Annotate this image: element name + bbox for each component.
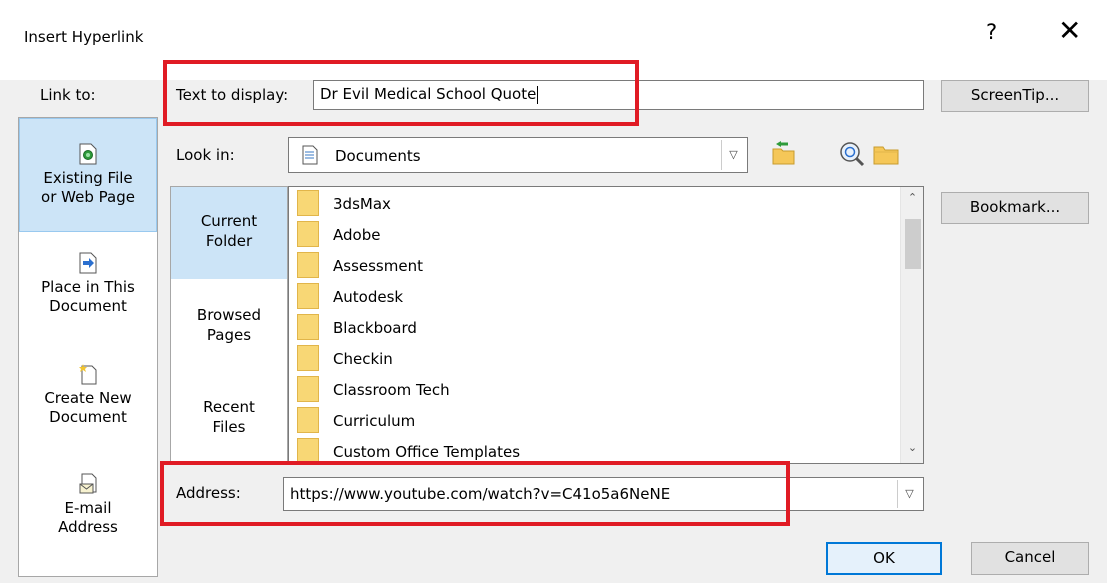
link-place-in-document-line1: Place in This [41, 278, 135, 296]
scroll-up-icon[interactable]: ⌃ [901, 191, 923, 204]
text-highlight-box [163, 60, 639, 126]
list-item[interactable]: Assessment [297, 251, 423, 282]
place-browsed-pages[interactable]: Browsed Pages [171, 305, 287, 365]
existing-file-icon [79, 143, 97, 165]
folder-icon [297, 375, 319, 402]
place-browsed-pages-line1: Browsed [196, 306, 262, 324]
folder-icon [297, 282, 319, 309]
folder-icon [297, 189, 319, 216]
link-to-label: Link to: [40, 86, 96, 104]
list-item[interactable]: Autodesk [297, 282, 403, 313]
link-email-address-line2: Address [58, 518, 118, 536]
places-panel: Current Folder Browsed Pages Recent File… [170, 186, 288, 464]
place-recent-files[interactable]: Recent Files [171, 397, 287, 457]
place-current-folder[interactable]: Current Folder [171, 187, 287, 279]
folder-icon [297, 406, 319, 433]
up-folder-icon[interactable] [770, 140, 798, 168]
list-item[interactable]: Adobe [297, 220, 380, 251]
help-icon[interactable]: ? [986, 20, 997, 44]
link-email-address[interactable]: E-mail Address [19, 473, 157, 573]
file-name: Adobe [333, 226, 381, 244]
file-name: Checkin [333, 350, 393, 368]
browse-file-icon[interactable] [872, 140, 900, 168]
address-highlight-box [160, 461, 790, 526]
place-recent-files-line1: Recent [203, 398, 255, 416]
list-item[interactable]: Classroom Tech [297, 375, 450, 406]
link-place-in-document-line2: Document [49, 297, 127, 315]
dialog-title: Insert Hyperlink [24, 28, 144, 46]
file-name: 3dsMax [333, 195, 391, 213]
link-create-new-document-line2: Document [49, 408, 127, 426]
chevron-down-icon[interactable]: ▽ [721, 140, 745, 170]
file-list[interactable]: 3dsMax Adobe Assessment Autodesk Blackbo… [288, 186, 924, 464]
cancel-button[interactable]: Cancel [971, 542, 1089, 575]
link-existing-file-line1: Existing File [43, 169, 133, 187]
list-item[interactable]: Blackboard [297, 313, 417, 344]
folder-icon [297, 437, 319, 463]
place-browsed-pages-line2: Pages [206, 326, 252, 344]
folder-icon [297, 251, 319, 278]
scroll-thumb[interactable] [905, 219, 921, 269]
link-create-new-document[interactable]: Create New Document [19, 363, 157, 463]
folder-icon [297, 344, 319, 371]
list-item[interactable]: Checkin [297, 344, 393, 375]
folder-icon [297, 313, 319, 340]
close-icon[interactable]: ✕ [1058, 14, 1081, 47]
file-name: Classroom Tech [333, 381, 450, 399]
place-current-folder-line1: Current [200, 212, 258, 230]
new-document-icon [79, 364, 97, 385]
link-to-rail: Existing File or Web Page Place in This … [18, 117, 158, 577]
look-in-value: Documents [335, 147, 421, 165]
file-name: Assessment [333, 257, 423, 275]
email-icon [79, 473, 97, 494]
list-item[interactable]: Curriculum [297, 406, 415, 437]
link-existing-file-line2: or Web Page [41, 188, 135, 206]
scroll-down-icon[interactable]: ⌄ [901, 441, 923, 454]
look-in-label: Look in: [176, 146, 235, 164]
link-create-new-document-line1: Create New [44, 389, 132, 407]
file-name: Blackboard [333, 319, 417, 337]
look-in-combo[interactable]: Documents ▽ [288, 137, 748, 173]
ok-button[interactable]: OK [826, 542, 942, 575]
link-place-in-document[interactable]: Place in This Document [19, 252, 157, 352]
bookmark-button[interactable]: Bookmark... [941, 192, 1089, 224]
documents-folder-icon [302, 145, 318, 165]
file-name: Curriculum [333, 412, 416, 430]
place-current-folder-line2: Folder [205, 232, 253, 250]
vertical-scrollbar[interactable]: ⌃ ⌄ [900, 187, 923, 463]
browse-web-icon[interactable] [838, 140, 866, 168]
place-in-document-icon [79, 252, 97, 274]
list-item[interactable]: 3dsMax [297, 189, 391, 220]
place-recent-files-line2: Files [212, 418, 246, 436]
link-email-address-line1: E-mail [64, 499, 112, 517]
screentip-button[interactable]: ScreenTip... [941, 80, 1089, 112]
file-name: Autodesk [333, 288, 404, 306]
folder-icon [297, 220, 319, 247]
link-existing-file[interactable]: Existing File or Web Page [19, 118, 157, 232]
list-item[interactable]: Custom Office Templates [297, 437, 521, 463]
file-name: Custom Office Templates [333, 443, 521, 461]
chevron-down-icon[interactable]: ▽ [897, 480, 921, 508]
